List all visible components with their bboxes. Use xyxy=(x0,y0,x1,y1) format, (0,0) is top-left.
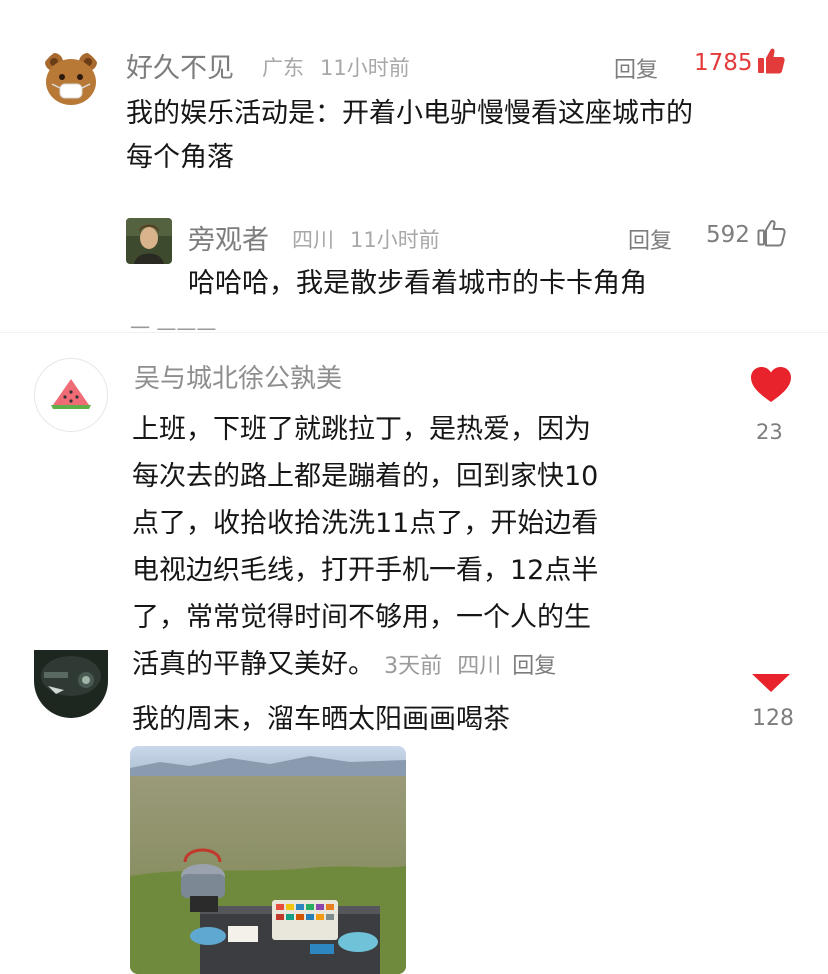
collapsed-heart-icon[interactable] xyxy=(752,674,790,692)
comment-text: 上班，下班了就跳拉丁，是热爱，因为 每次去的路上都是蹦着的，回到家快10 点了，… xyxy=(132,406,712,688)
landscape-photo xyxy=(130,746,406,974)
comment-author-name[interactable]: 吴与城北徐公孰美 xyxy=(134,358,342,395)
comment-2: 吴与城北徐公孰美 上班，下班了就跳拉丁，是热爱，因为 每次去的路上都是蹦着的，回… xyxy=(0,334,828,680)
comment-1: 好久不见 广东 11小时前 回复 1785 我的娱乐活动是：开着小电驴慢慢看这座… xyxy=(0,0,828,332)
divider xyxy=(0,332,828,333)
comment-photo[interactable] xyxy=(130,746,406,974)
like-thumb-icon[interactable] xyxy=(756,46,786,76)
like-thumb-outline-icon[interactable] xyxy=(756,218,786,248)
avatar[interactable] xyxy=(126,218,172,264)
reply-location: 四川 xyxy=(292,228,334,252)
like-count: 128 xyxy=(752,706,794,731)
reply-text: 哈哈哈，我是散步看着城市的卡卡角角 xyxy=(188,268,647,299)
reply-button[interactable]: 回复 xyxy=(628,223,672,255)
car-avatar-icon xyxy=(34,650,108,718)
comment-text: 我的周末，溜车晒太阳画画喝茶 xyxy=(132,704,510,735)
avatar[interactable] xyxy=(34,358,108,432)
reply-author-name[interactable]: 旁观者 xyxy=(188,218,269,257)
comment-text-line: 电视边织毛线，打开手机一看，12点半 xyxy=(132,555,599,586)
comment-location: 广东 xyxy=(262,56,304,80)
like-count: 23 xyxy=(756,420,783,444)
watermelon-avatar-icon xyxy=(51,379,91,409)
bear-avatar-icon xyxy=(45,53,97,105)
avatar[interactable] xyxy=(34,650,108,718)
avatar[interactable] xyxy=(40,48,102,110)
heart-like-icon[interactable] xyxy=(750,366,792,404)
comment-text-line: 我的娱乐活动是：开着小电驴慢慢看这座城市的 xyxy=(126,98,693,129)
like-count: 592 xyxy=(706,222,750,248)
comment-text-line: 点了，收拾收拾洗洗11点了，开始边看 xyxy=(132,508,599,539)
comment-author-name[interactable]: 好久不见 xyxy=(126,46,234,85)
reply-1: 旁观者 四川 11小时前 回复 592 哈哈哈，我是散步看着城市的卡卡角角 xyxy=(0,200,828,310)
comment-3: 我的周末，溜车晒太阳画画喝茶 128 xyxy=(0,650,828,974)
reply-button[interactable]: 回复 xyxy=(614,52,658,84)
comment-text-line: 每个角落 xyxy=(126,142,234,173)
portrait-avatar-icon xyxy=(126,218,172,264)
comment-time: 11小时前 xyxy=(320,56,410,80)
comment-text-line: 每次去的路上都是蹦着的，回到家快10 xyxy=(132,461,599,492)
comment-text-line: 了，常常觉得时间不够用，一个人的生 xyxy=(132,602,591,633)
like-count: 1785 xyxy=(694,50,753,76)
comment-text-line: 上班，下班了就跳拉丁，是热爱，因为 xyxy=(132,414,591,445)
reply-time: 11小时前 xyxy=(350,228,440,252)
